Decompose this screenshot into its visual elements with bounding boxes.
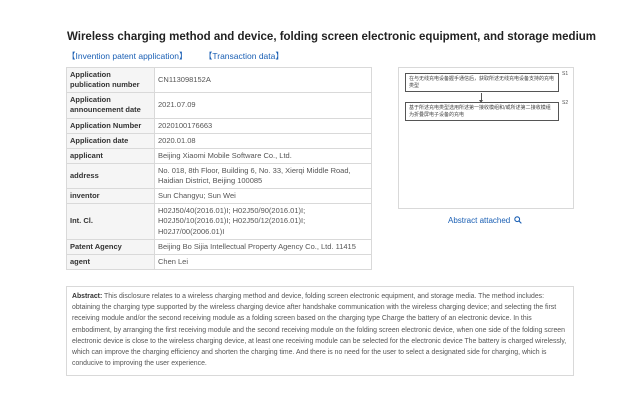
page-title: Wireless charging method and device, fol… xyxy=(67,31,597,43)
row-value: 2020100176663 xyxy=(154,117,372,134)
row-key: inventor xyxy=(66,188,155,205)
transaction-data-link[interactable]: 【Transaction data】 xyxy=(204,51,284,61)
row-value: Beijing Xiaomi Mobile Software Co., Ltd. xyxy=(154,147,372,164)
table-row: agent Chen Lei xyxy=(66,253,372,270)
abstract-attached-link[interactable]: Abstract attached xyxy=(448,216,522,225)
table-row: address No. 018, 8th Floor, Building 6, … xyxy=(66,162,372,190)
abstract-text: This disclosure relates to a wireless ch… xyxy=(72,293,567,368)
table-row: Int. Cl. H02J50/40(2016.01)I; H02J50/90(… xyxy=(66,203,372,240)
table-row: inventor Sun Changyu; Sun Wei xyxy=(66,188,372,205)
row-key: agent xyxy=(66,253,155,270)
row-value: CN113098152A xyxy=(154,66,372,94)
link-bar: 【Invention patent application】 【Transact… xyxy=(67,50,298,62)
flowchart-step-ref: S2 xyxy=(562,100,569,106)
row-key: Application date xyxy=(66,132,155,149)
row-value: H02J50/40(2016.01)I; H02J50/90(2016.01)I… xyxy=(154,203,372,240)
magnifier-icon xyxy=(513,216,522,224)
row-key: Application Number xyxy=(66,117,155,134)
table-row: Application Number 2020100176663 xyxy=(66,117,372,134)
row-key: applicant xyxy=(66,147,155,164)
flowchart-step-box: 在与无线充电设备握手通信后，获取所述无线充电设备支持的充电类型 xyxy=(405,73,559,92)
row-key: Int. Cl. xyxy=(66,203,155,240)
row-value: Chen Lei xyxy=(154,253,372,270)
row-value: Sun Changyu; Sun Wei xyxy=(154,188,372,205)
invention-patent-application-link[interactable]: 【Invention patent application】 xyxy=(67,51,188,61)
abstract-figure: 在与无线充电设备握手通信后，获取所述无线充电设备支持的充电类型 S1 基于所述充… xyxy=(398,67,574,209)
row-value: 2020.01.08 xyxy=(154,132,372,149)
row-value: 2021.07.09 xyxy=(154,92,372,119)
patent-info-table: Application publication number CN1130981… xyxy=(66,66,372,270)
row-value: No. 018, 8th Floor, Building 6, No. 33, … xyxy=(154,162,372,190)
row-key: address xyxy=(66,162,155,190)
row-value: Beijing Bo Sijia Intellectual Property A… xyxy=(154,238,372,255)
table-row: Application date 2020.01.08 xyxy=(66,132,372,149)
abstract-label: Abstract: xyxy=(72,293,103,300)
abstract-box: Abstract: This disclosure relates to a w… xyxy=(66,286,574,376)
flowchart-step-ref: S1 xyxy=(562,71,569,77)
table-row: applicant Beijing Xiaomi Mobile Software… xyxy=(66,147,372,164)
row-key: Application publication number xyxy=(66,66,155,94)
row-key: Application announcement date xyxy=(66,92,155,119)
flowchart-arrow xyxy=(479,93,483,103)
table-row: Patent Agency Beijing Bo Sijia Intellect… xyxy=(66,238,372,255)
row-key: Patent Agency xyxy=(66,238,155,255)
abstract-attached-label: Abstract attached xyxy=(448,216,511,225)
table-row: Application publication number CN1130981… xyxy=(66,66,372,94)
flowchart-step-box: 基于所述充电类型选用所述第一接收模组和/或所述第二接收模组为折叠屏电子设备的充电 xyxy=(405,102,559,121)
table-row: Application announcement date 2021.07.09 xyxy=(66,92,372,119)
